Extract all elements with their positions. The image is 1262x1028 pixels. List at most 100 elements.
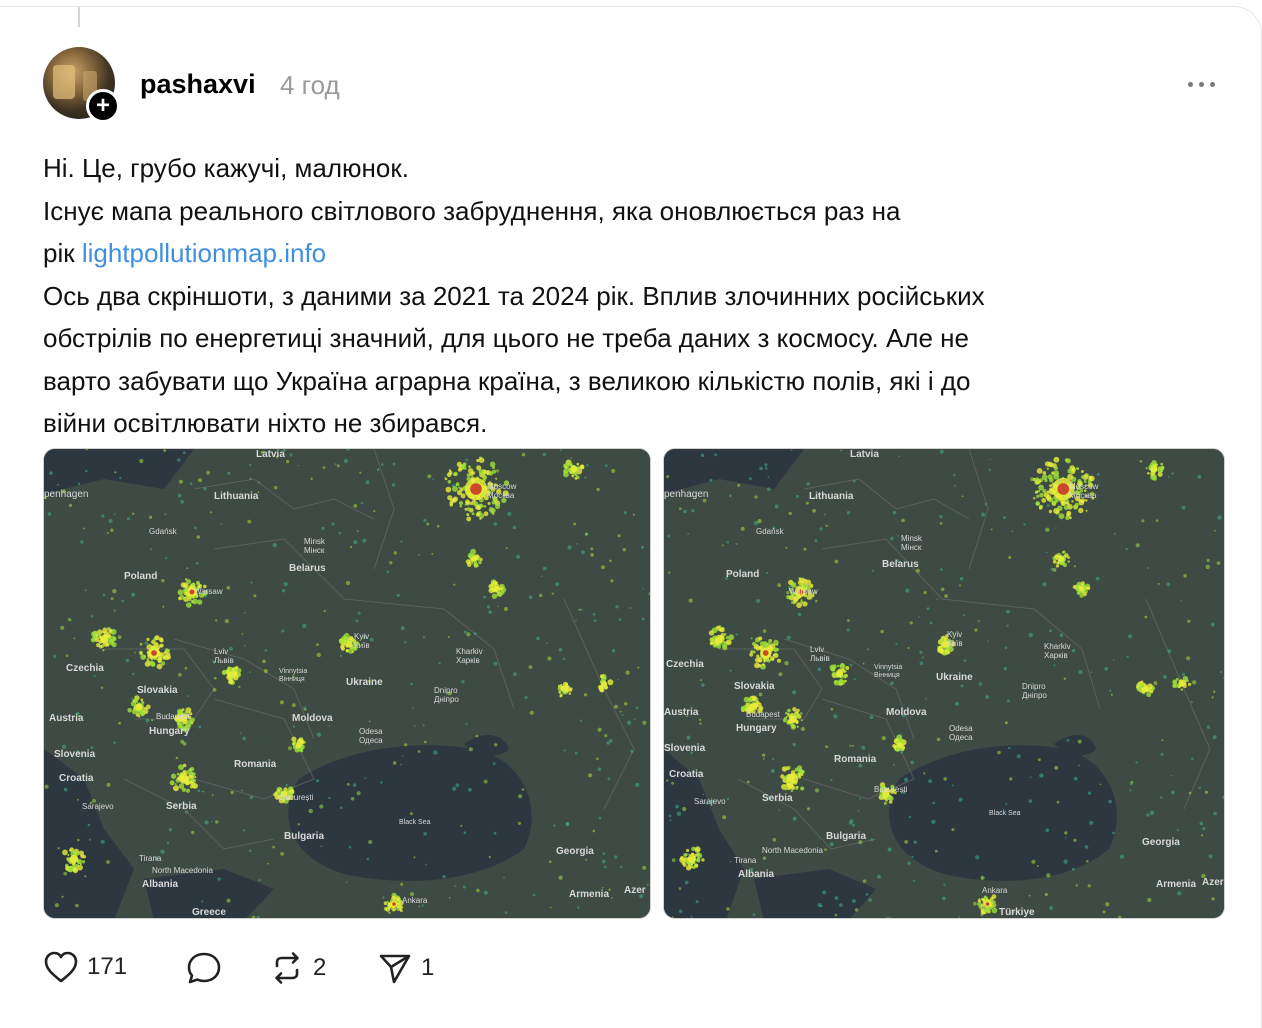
share-count: 1 <box>421 954 435 981</box>
label-sarajevo: Sarajevo <box>82 802 114 811</box>
label-moscow: Moscow <box>487 482 517 491</box>
label-dnipro-local: Дніпро <box>1022 691 1047 700</box>
label-armenia: Armenia <box>1156 879 1196 890</box>
label-poland: Poland <box>726 569 759 580</box>
label-ankara: Ankara <box>402 896 428 905</box>
label-czechia: Czechia <box>666 659 704 670</box>
label-moscow-local: Москва <box>487 491 515 500</box>
label-bulgaria: Bulgaria <box>284 831 324 842</box>
label-lviv: Lviv <box>810 645 824 654</box>
label-minsk-local: Мінск <box>901 543 922 552</box>
label-albania: Albania <box>738 869 775 880</box>
label-dnipro: Dnipro <box>434 686 458 695</box>
label-lviv: Lviv <box>214 647 228 656</box>
label-lviv-local: Львів <box>810 654 830 663</box>
label-croatia: Croatia <box>59 773 94 784</box>
label-minsk: Minsk <box>304 537 326 546</box>
share-button[interactable]: 1 <box>377 950 434 986</box>
label-north-macedonia: North Macedonia <box>762 846 823 855</box>
label-slovenia: Slovenia <box>54 749 96 760</box>
post-line: обстрілів по енергетиці значний, для цьо… <box>43 323 969 353</box>
comment-bubble-icon <box>187 952 221 984</box>
label-kharkiv-local: Харків <box>1044 651 1068 660</box>
label-romania: Romania <box>234 759 277 770</box>
label-copenhagen: penhagen <box>44 489 89 500</box>
repost-button[interactable]: 2 <box>269 950 326 986</box>
label-odesa: Odesa <box>359 727 383 736</box>
label-hungary: Hungary <box>149 726 190 737</box>
label-warsaw: Warsaw <box>789 587 818 596</box>
label-tirana: Tirana <box>139 854 162 863</box>
label-kyiv-local: Київ <box>354 641 370 650</box>
label-turkiye: Türkiye <box>999 907 1035 918</box>
label-minsk: Minsk <box>901 534 923 543</box>
label-croatia: Croatia <box>669 769 704 780</box>
label-hungary: Hungary <box>736 723 777 734</box>
label-vinnytsia-local: Вінниця <box>874 671 900 679</box>
follow-plus-icon[interactable]: + <box>86 89 120 123</box>
map-image-2021[interactable]: Latvia Lithuania penhagen Moscow Москва … <box>43 448 651 919</box>
label-bulgaria: Bulgaria <box>826 831 866 842</box>
label-georgia: Georgia <box>1142 837 1180 848</box>
label-armenia: Armenia <box>569 889 609 900</box>
label-azerbaijan: Azer <box>624 885 646 896</box>
label-slovenia: Slovenia <box>664 743 706 754</box>
label-kharkiv: Kharkiv <box>456 647 483 656</box>
label-black-sea: Black Sea <box>399 819 431 826</box>
label-dnipro: Dnipro <box>1022 682 1046 691</box>
label-serbia: Serbia <box>762 793 793 804</box>
label-albania: Albania <box>142 879 179 890</box>
post-line: Ось два скріншоти, з даними за 2021 та 2… <box>43 280 985 311</box>
label-dnipro-local: Дніпро <box>434 695 459 704</box>
label-kyiv: Kyiv <box>947 630 962 639</box>
label-lithuania: Lithuania <box>809 491 854 502</box>
label-latvia: Latvia <box>850 449 879 460</box>
label-north-macedonia: North Macedonia <box>152 866 213 875</box>
label-warsaw: Warsaw <box>194 587 223 596</box>
label-sarajevo: Sarajevo <box>694 797 726 806</box>
label-black-sea: Black Sea <box>989 810 1021 817</box>
label-greece: Greece <box>192 907 226 918</box>
label-moscow: Moscow <box>1069 482 1099 491</box>
label-odesa: Odesa <box>949 724 973 733</box>
label-austria: Austria <box>49 713 84 724</box>
label-austria: Austria <box>664 707 699 718</box>
label-kyiv: Kyiv <box>354 632 369 641</box>
like-count: 171 <box>87 953 128 980</box>
username[interactable]: pashaxvi <box>140 69 256 100</box>
label-kyiv-local: Київ <box>947 639 963 648</box>
post-link[interactable]: lightpollutionmap.info <box>82 238 326 268</box>
label-moscow-local: Москва <box>1069 491 1097 500</box>
label-serbia: Serbia <box>166 801 197 812</box>
label-budapest: Budapest <box>156 712 191 721</box>
repost-count: 2 <box>313 954 327 981</box>
label-vinnytsia: Vinnytsia <box>874 664 902 671</box>
label-copenhagen: penhagen <box>664 489 709 500</box>
post-line: війни освітлювати ніхто не збирався. <box>43 408 488 438</box>
label-budapest: Budapest <box>746 710 781 719</box>
label-lithuania: Lithuania <box>214 491 259 502</box>
map-image-2024[interactable]: Latvia Lithuania penhagen Moscow Москва … <box>663 448 1225 919</box>
repost-icon <box>275 952 299 984</box>
label-gdansk: Gdańsk <box>149 527 178 536</box>
label-slovakia: Slovakia <box>734 681 775 692</box>
like-button[interactable]: 171 <box>43 950 127 984</box>
label-tirana: Tirana <box>734 856 757 865</box>
post-text: Ні. Це, грубо кажучі, малюнок. Існує мап… <box>43 147 1223 445</box>
label-moldova: Moldova <box>886 707 927 718</box>
label-lviv-local: Львів <box>214 656 234 665</box>
label-belarus: Belarus <box>882 559 919 570</box>
post-line: рік lightpollutionmap.info <box>43 238 327 268</box>
more-options-icon[interactable] <box>1188 71 1222 97</box>
label-kharkiv: Kharkiv <box>1044 642 1071 651</box>
post-time[interactable]: 4 год <box>280 70 340 101</box>
comment-button[interactable] <box>185 950 223 986</box>
label-romania: Romania <box>834 754 877 765</box>
label-azerbaijan: Azer <box>1202 877 1224 888</box>
thread-line <box>78 7 80 27</box>
post-line: Ні. Це, грубо кажучі, малюнок. <box>43 153 409 183</box>
label-belarus: Belarus <box>289 563 326 574</box>
label-gdansk: Gdańsk <box>756 527 785 536</box>
label-georgia: Georgia <box>556 846 594 857</box>
label-kharkiv-local: Харків <box>456 656 480 665</box>
